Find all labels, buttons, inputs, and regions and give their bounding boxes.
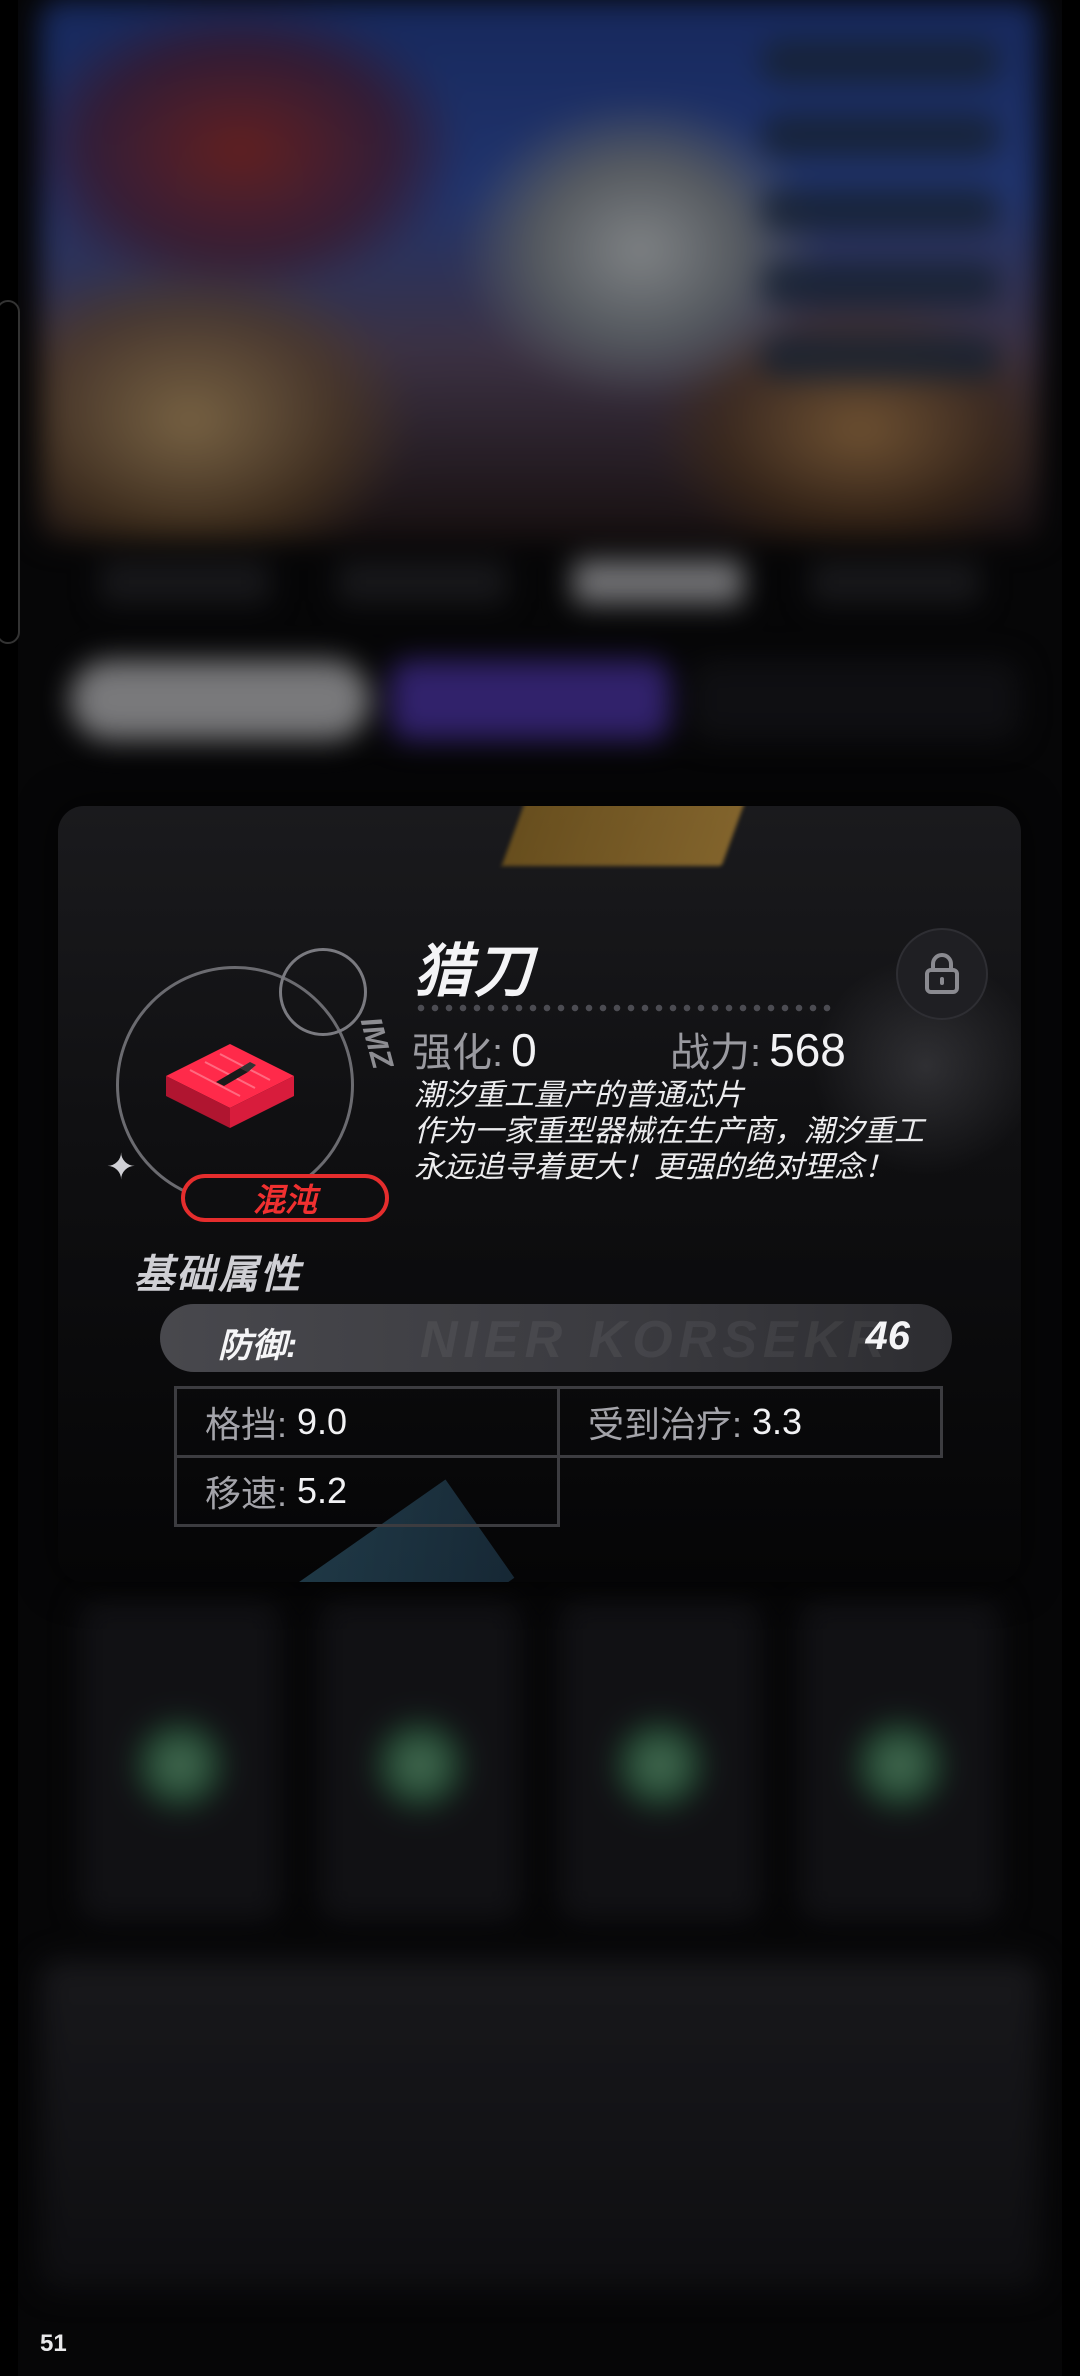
sub-attribute-label: 移速: xyxy=(205,1473,288,1514)
sub-attribute-block: 格挡: 9.0 xyxy=(174,1386,560,1458)
sub-attribute-value: 9.0 xyxy=(297,1401,348,1442)
emblem-tag-decoration: IMZ xyxy=(353,1013,399,1073)
description-line: 潮汐重工量产的普通芯片 xyxy=(414,1079,744,1112)
sub-attribute-value: 3.3 xyxy=(752,1401,803,1442)
name-underline-dots xyxy=(414,1004,834,1012)
power-value: 568 xyxy=(769,1024,846,1076)
item-name: 猎刀 xyxy=(414,939,535,1004)
sub-attribute-healing: 受到治疗: 3.3 xyxy=(557,1386,943,1458)
description-line: 作为一家重型器械在生产商，潮汐重工 xyxy=(414,1115,924,1148)
sub-attribute-label: 受到治疗: xyxy=(588,1404,743,1445)
item-detail-card: IMZ ✦ 混沌 猎刀 强化: 0 战力: 568 潮汐重工量产的普通芯片 作为… xyxy=(58,806,1021,1582)
item-description: 潮汐重工量产的普通芯片 作为一家重型器械在生产商，潮汐重工 永远追寻着更大！更强… xyxy=(414,1078,974,1186)
power-label: 战力: xyxy=(670,1031,762,1075)
enhance-label: 强化: xyxy=(412,1031,504,1075)
description-line: 永远追寻着更大！更强的绝对理念！ xyxy=(414,1151,894,1184)
main-attribute-value: 46 xyxy=(865,1314,911,1358)
main-attribute-bar: NIER KORSEKR 防御: 46 xyxy=(160,1304,952,1372)
enhance-value: 0 xyxy=(511,1024,537,1076)
lock-icon xyxy=(925,953,959,994)
combat-power: 战力: 568 xyxy=(670,1020,846,1078)
sub-attribute-move-speed: 移速: 5.2 xyxy=(174,1455,560,1527)
game-screen: IMZ ✦ 混沌 猎刀 强化: 0 战力: 568 潮汐重工量产的普通芯片 作为… xyxy=(0,0,1080,2376)
enhance-level: 强化: 0 xyxy=(412,1020,537,1078)
sub-attribute-label: 格挡: xyxy=(205,1404,288,1445)
faction-badge: 混沌 xyxy=(181,1174,389,1222)
side-drawer-handle[interactable] xyxy=(0,300,20,644)
sparkle-icon: ✦ xyxy=(106,1146,137,1187)
base-attributes-title: 基础属性 xyxy=(134,1253,302,1297)
card-top-accent xyxy=(501,806,755,866)
main-stat-watermark: NIER KORSEKR xyxy=(420,1311,891,1369)
fps-counter: 51 xyxy=(40,2330,67,2357)
lock-button[interactable] xyxy=(896,928,988,1020)
sub-attribute-value: 5.2 xyxy=(297,1470,348,1511)
screen-edge-right xyxy=(1062,0,1080,2376)
main-attribute-label: 防御: xyxy=(218,1327,298,1365)
red-chip-icon xyxy=(166,1044,294,1128)
